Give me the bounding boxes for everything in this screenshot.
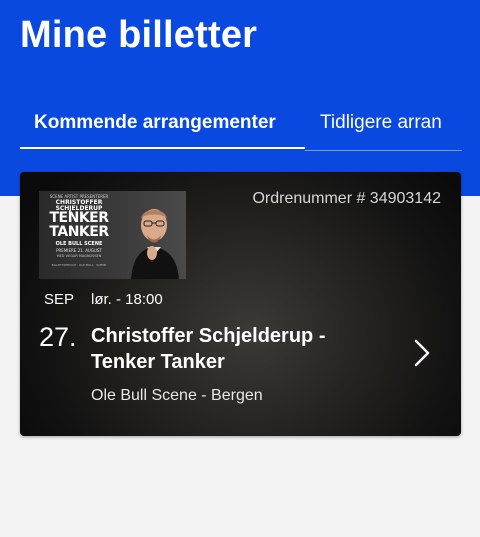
- event-month: SEP: [44, 291, 75, 308]
- poster-with: MED VEGAR MAGNUSSEN: [56, 254, 102, 258]
- active-tab-underline: [20, 147, 305, 149]
- poster-big-title: TENKER TANKER: [49, 210, 109, 240]
- performer-photo: [131, 209, 179, 279]
- event-venue: Ole Bull Scene - Bergen: [91, 387, 263, 404]
- tab-divider: [305, 150, 462, 151]
- chevron-right-icon[interactable]: [412, 338, 432, 368]
- ticket-card[interactable]: SCENE ARTIST PRESENTERER CHRISTOFFER SCH…: [20, 172, 461, 436]
- poster-text-block: SCENE ARTIST PRESENTERER CHRISTOFFER SCH…: [39, 191, 119, 279]
- order-number: Ordrenummer # 34903142: [252, 190, 441, 207]
- event-day: 27.: [39, 322, 77, 352]
- tab-indicators: [20, 0, 462, 152]
- event-title: Christoffer Schjelderup - Tenker Tanker: [91, 325, 326, 373]
- event-weekday-time: lør. - 18:00: [91, 291, 163, 308]
- poster-premiere: PREMIERE 21. AUGUST: [56, 248, 102, 253]
- poster-logos: BILLETTSERVICE · OLE BULL · SCENE: [51, 263, 107, 267]
- event-poster: SCENE ARTIST PRESENTERER CHRISTOFFER SCH…: [39, 191, 186, 279]
- poster-scene: OLE BULL SCENE: [55, 241, 103, 247]
